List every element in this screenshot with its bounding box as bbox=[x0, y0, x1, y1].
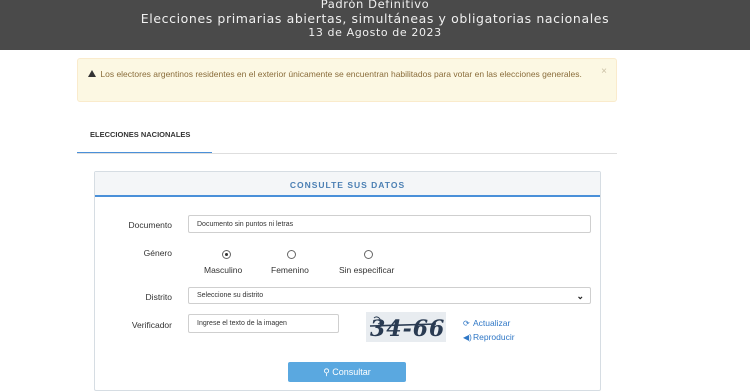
tab-elecciones-nacionales[interactable]: ELECCIONES NACIONALES bbox=[77, 129, 212, 154]
alert-text: Los electores argentinos residentes en e… bbox=[100, 69, 582, 79]
distrito-select[interactable]: Seleccione su distrito ⌄ bbox=[188, 287, 591, 304]
radio-femenino[interactable] bbox=[287, 250, 296, 259]
verificador-label: Verificador bbox=[131, 320, 172, 330]
consultar-button[interactable]: ⚲ Consultar bbox=[288, 362, 406, 382]
documento-label: Documento bbox=[128, 220, 172, 230]
documento-input[interactable]: Documento sin puntos ni letras bbox=[188, 215, 591, 233]
header-date: 13 de Agosto de 2023 bbox=[308, 26, 442, 39]
captcha-image: 34-66 bbox=[366, 312, 446, 342]
close-icon[interactable]: × bbox=[601, 66, 607, 78]
header-subtitle: Elecciones primarias abiertas, simultáne… bbox=[140, 11, 610, 26]
chevron-down-icon: ⌄ bbox=[576, 291, 584, 301]
radio-masculino[interactable] bbox=[222, 250, 231, 259]
header-title: Padrón Definitivo bbox=[320, 0, 430, 11]
page-header: Padrón Definitivo Elecciones primarias a… bbox=[0, 0, 750, 50]
documento-placeholder: Documento sin puntos ni letras bbox=[197, 221, 294, 228]
reproducir-link[interactable]: ◀)Reproducir bbox=[463, 332, 515, 342]
consultar-label: Consultar bbox=[332, 367, 371, 377]
distrito-label: Distrito bbox=[145, 292, 172, 302]
actualizar-link[interactable]: ⟳ Actualizar bbox=[463, 318, 510, 328]
sin-especificar-label: Sin especificar bbox=[339, 265, 395, 275]
reproducir-label: Reproducir bbox=[473, 332, 515, 342]
consult-panel: CONSULTE SUS DATOS bbox=[94, 171, 601, 391]
exterior-voters-alert: Los electores argentinos residentes en e… bbox=[77, 58, 617, 102]
refresh-icon: ⟳ bbox=[463, 319, 470, 328]
femenino-label: Femenino bbox=[271, 265, 309, 275]
search-icon: ⚲ bbox=[323, 367, 333, 377]
speaker-icon: ◀) bbox=[463, 333, 472, 342]
verificador-input[interactable]: Ingrese el texto de la imagen bbox=[188, 314, 339, 333]
actualizar-label: Actualizar bbox=[473, 318, 511, 328]
captcha-text: 34-66 bbox=[370, 316, 445, 342]
radio-sin-especificar[interactable] bbox=[364, 250, 373, 259]
panel-title: CONSULTE SUS DATOS bbox=[95, 172, 600, 197]
genero-label: Género bbox=[143, 248, 172, 258]
masculino-label: Masculino bbox=[204, 265, 243, 275]
tab-divider bbox=[77, 153, 617, 154]
warning-icon bbox=[88, 70, 96, 77]
verificador-placeholder: Ingrese el texto de la imagen bbox=[197, 320, 287, 327]
distrito-selected-value: Seleccione su distrito bbox=[197, 292, 264, 299]
